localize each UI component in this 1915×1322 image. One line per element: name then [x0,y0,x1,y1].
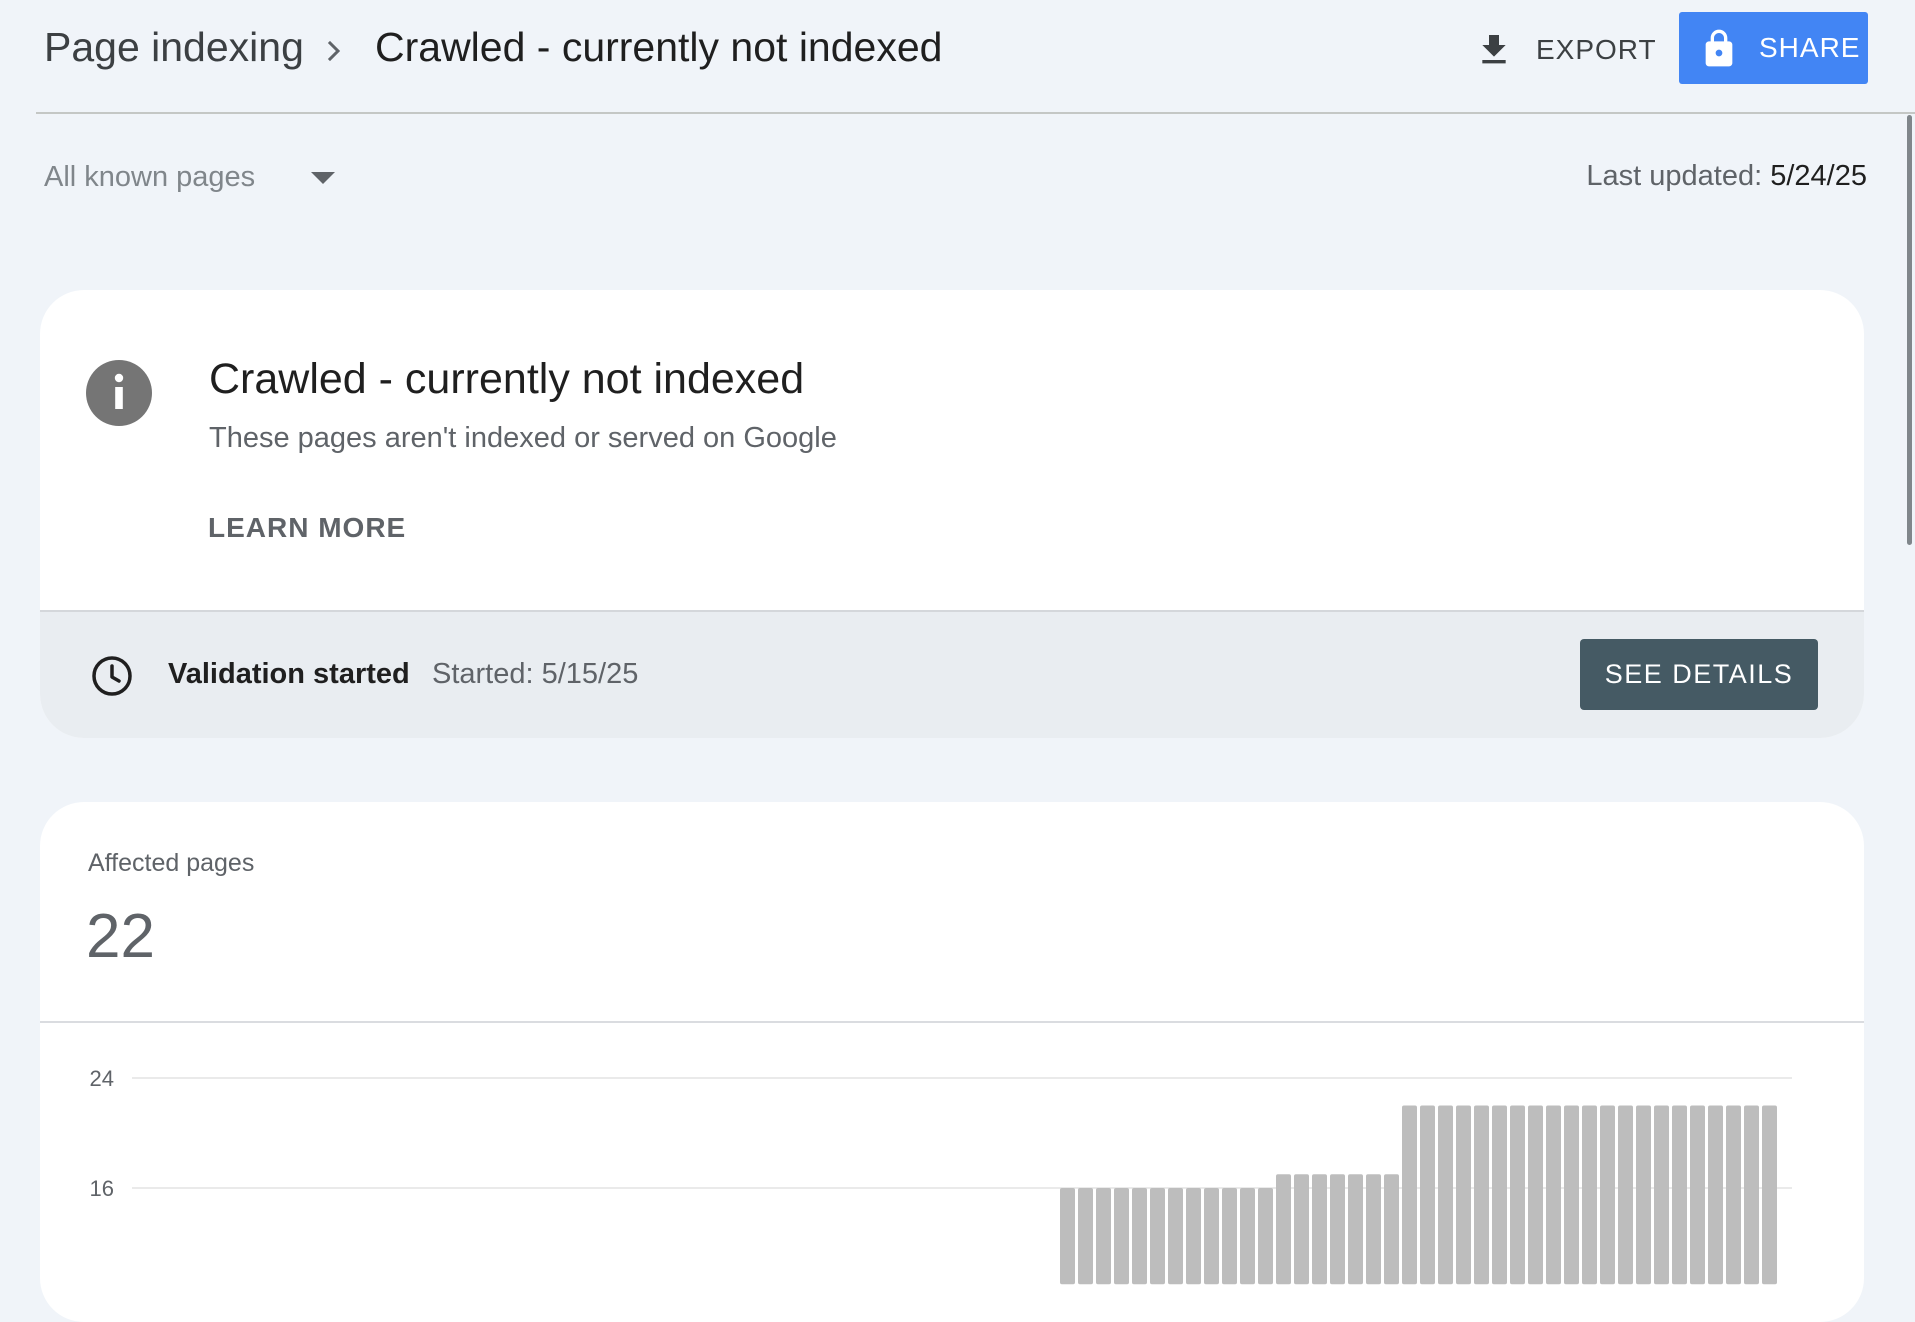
caret-down-icon [311,171,336,184]
chart-bar[interactable] [1312,1174,1327,1285]
breadcrumb-page-indexing[interactable]: Page indexing [44,24,304,71]
export-button[interactable]: EXPORT [1474,24,1657,76]
validation-status-bar: Validation started Started: 5/15/25 SEE … [40,610,1864,738]
last-updated-value: 5/24/25 [1770,160,1867,192]
chart-bar[interactable] [1564,1105,1579,1285]
chart-bar[interactable] [1528,1105,1543,1285]
page-title: Crawled - currently not indexed [375,24,943,70]
issue-subtitle: These pages aren't indexed or served on … [209,422,837,454]
chart-bar[interactable] [1240,1188,1255,1285]
chart-bar[interactable] [1582,1105,1597,1285]
chart-bar[interactable] [1708,1105,1723,1285]
lock-icon [1705,29,1733,67]
chart-bar[interactable] [1348,1174,1363,1285]
chart-bar[interactable] [1114,1188,1129,1285]
chart-bar[interactable] [1384,1174,1399,1285]
last-updated: Last updated: 5/24/25 [1586,160,1867,193]
chart-bar[interactable] [1600,1105,1615,1285]
last-updated-label: Last updated: [1586,160,1763,192]
chart-bar[interactable] [1744,1105,1759,1285]
chart-bar[interactable] [1294,1174,1309,1285]
chart-bar[interactable] [1150,1188,1165,1285]
chart-bar[interactable] [1078,1188,1093,1285]
chart-bar[interactable] [1474,1105,1489,1285]
chart-bar[interactable] [1186,1188,1201,1285]
chart-bar[interactable] [1672,1105,1687,1285]
affected-pages-chart: 24 16 [90,1066,1792,1285]
download-icon [1482,35,1506,64]
header-bar: Page indexing Crawled - currently not in… [0,0,1915,113]
chart-bar[interactable] [1060,1188,1075,1285]
chart-bar[interactable] [1276,1174,1291,1285]
chevron-right-icon [327,40,341,62]
chart-bar[interactable] [1762,1105,1777,1285]
see-details-button[interactable]: SEE DETAILS [1580,639,1818,710]
filter-selected-value: All known pages [44,161,256,193]
learn-more-link[interactable]: LEARN MORE [208,512,406,544]
share-button[interactable]: SHARE [1679,12,1868,84]
chart-bar[interactable] [1654,1105,1669,1285]
clock-icon [92,656,132,696]
chart-bar[interactable] [1618,1105,1633,1285]
chart-bar[interactable] [1258,1188,1273,1285]
export-label: EXPORT [1536,34,1657,65]
chart-bar[interactable] [1690,1105,1705,1285]
validation-started-date: Started: 5/15/25 [432,658,639,690]
chart-bar[interactable] [1726,1105,1741,1285]
chart-bar[interactable] [1168,1188,1183,1285]
y-tick-label: 24 [90,1066,114,1091]
issue-title: Crawled - currently not indexed [209,355,805,403]
info-icon [86,360,152,426]
chart-bar[interactable] [1204,1188,1219,1285]
affected-pages-count: 22 [86,902,155,971]
chart-bar[interactable] [1636,1105,1651,1285]
chart-bar[interactable] [1366,1174,1381,1285]
affected-pages-card: Affected pages 22 24 16 [40,802,1864,1322]
chart-bar[interactable] [1492,1105,1507,1285]
y-tick-label: 16 [90,1176,114,1201]
header-divider [36,112,1915,114]
affected-pages-label: Affected pages [88,849,255,877]
validation-status: Validation started [168,658,410,690]
chart-bar[interactable] [1330,1174,1345,1285]
chart-bar[interactable] [1402,1105,1417,1285]
chart-bar[interactable] [1510,1105,1525,1285]
chart-bar[interactable] [1222,1188,1237,1285]
scrollbar[interactable] [1907,115,1912,545]
chart-bar[interactable] [1456,1105,1471,1285]
pages-filter-dropdown[interactable]: All known pages [44,161,336,194]
chart-bar[interactable] [1546,1105,1561,1285]
issue-card: Crawled - currently not indexed These pa… [40,290,1864,738]
chart-bar[interactable] [1096,1188,1111,1285]
chart-bar[interactable] [1438,1105,1453,1285]
chart-bar[interactable] [1420,1105,1435,1285]
chart-bar[interactable] [1132,1188,1147,1285]
share-label: SHARE [1759,32,1861,63]
